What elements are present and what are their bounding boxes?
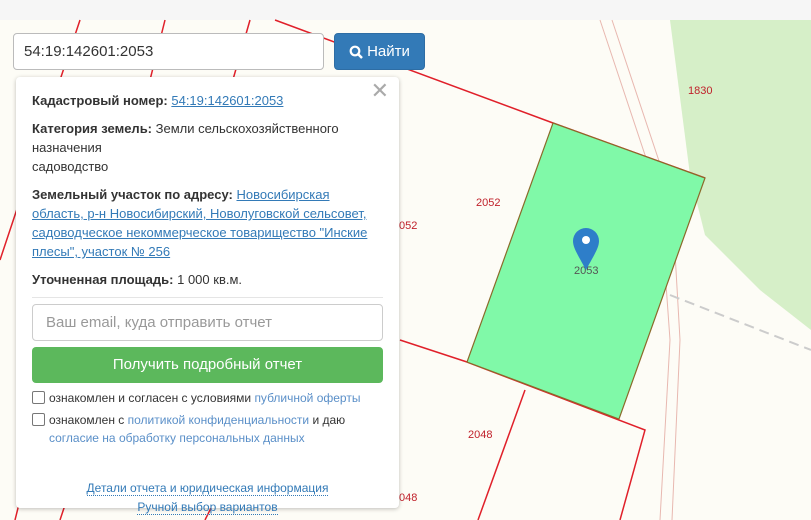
address-label: Земельный участок по адресу:: [32, 187, 233, 202]
usage-value: садоводство: [32, 159, 109, 174]
parcel-label-2052-partial: 052: [399, 220, 417, 232]
privacy-link[interactable]: политикой конфиденциальности: [128, 413, 309, 427]
personal-data-link[interactable]: согласие на обработку персональных данны…: [49, 431, 305, 445]
cadastral-link[interactable]: 54:19:142601:2053: [171, 93, 283, 108]
offer-link[interactable]: публичной оферты: [254, 391, 360, 405]
privacy-checkbox[interactable]: [32, 413, 45, 426]
parcel-label-2052: 2052: [476, 197, 500, 209]
info-panel: ✕ Кадастровый номер: 54:19:142601:2053 К…: [16, 77, 399, 515]
offer-checkbox[interactable]: [32, 391, 45, 404]
consent2-text: ознакомлен с: [49, 413, 128, 427]
close-icon[interactable]: ✕: [371, 80, 389, 102]
search-input[interactable]: 54:19:142601:2053: [13, 33, 324, 70]
manual-selection-link[interactable]: Ручной выбор вариантов: [137, 500, 278, 515]
search-button[interactable]: Найти: [334, 33, 425, 70]
area-label: Уточненная площадь:: [32, 272, 174, 287]
consent1-text: ознакомлен и согласен с условиями: [49, 391, 255, 405]
parcel-label-1830: 1830: [688, 85, 712, 97]
details-link[interactable]: Детали отчета и юридическая информация: [86, 481, 329, 496]
search-icon: [349, 45, 363, 59]
search-button-label: Найти: [367, 43, 410, 60]
email-input[interactable]: Ваш email, куда отправить отчет: [32, 304, 383, 341]
area-value: 1 000 кв.м.: [177, 272, 243, 287]
parcel-label-2048-partial: 048: [399, 492, 417, 504]
consent2-mid: и даю: [309, 413, 346, 427]
parcel-label-2048: 2048: [468, 429, 492, 441]
divider: [32, 297, 383, 298]
cadastral-label: Кадастровый номер:: [32, 93, 168, 108]
get-report-button[interactable]: Получить подробный отчет: [32, 347, 383, 383]
category-label: Категория земель:: [32, 121, 153, 136]
